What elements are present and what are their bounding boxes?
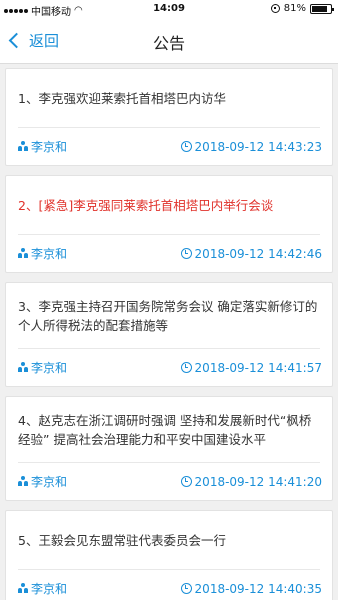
- announcement-title: 4、赵克志在浙江调研时强调 坚持和发展新时代“枫桥经验” 提高社会治理能力和平安…: [18, 412, 312, 447]
- status-bar: 中国移动 ◠ 14:09 81%: [0, 0, 338, 18]
- timestamp-text: 2018-09-12 14:41:20: [194, 474, 322, 489]
- nav-bar: 返回 公告: [0, 18, 338, 64]
- clock-icon: [180, 583, 192, 594]
- battery-icon: [310, 3, 334, 14]
- timestamp: 2018-09-12 14:41:20: [180, 474, 322, 489]
- announcement-meta: 李京和 2018-09-12 14:41:20: [6, 463, 332, 500]
- author-name: 李京和: [31, 361, 68, 375]
- timestamp-text: 2018-09-12 14:40:35: [194, 581, 322, 596]
- announcement-meta: 李京和 2018-09-12 14:41:57: [6, 349, 332, 386]
- timestamp: 2018-09-12 14:40:35: [180, 581, 322, 596]
- author-name: 李京和: [31, 140, 68, 154]
- clock-icon: [180, 362, 192, 373]
- user-group-icon: [18, 476, 28, 487]
- status-right: 81%: [270, 3, 334, 14]
- timestamp-text: 2018-09-12 14:42:46: [194, 246, 322, 261]
- user-group-icon: [18, 141, 28, 152]
- author: 李京和: [18, 138, 67, 155]
- announcement-title-urgent: 2、[紧急]李克强同莱索托首相塔巴内举行会谈: [18, 197, 274, 213]
- announcement-meta: 李京和 2018-09-12 14:42:46: [6, 235, 332, 272]
- announcement-card[interactable]: 4、赵克志在浙江调研时强调 坚持和发展新时代“枫桥经验” 提高社会治理能力和平安…: [5, 396, 333, 501]
- author-name: 李京和: [31, 475, 68, 489]
- announcement-title: 1、李克强欢迎莱索托首相塔巴内访华: [18, 90, 226, 106]
- author: 李京和: [18, 473, 67, 490]
- rotation-lock-icon: [270, 4, 280, 13]
- timestamp: 2018-09-12 14:42:46: [180, 246, 322, 261]
- timestamp-text: 2018-09-12 14:41:57: [194, 360, 322, 375]
- author-name: 李京和: [31, 247, 68, 261]
- clock-icon: [180, 141, 192, 152]
- timestamp: 2018-09-12 14:41:57: [180, 360, 322, 375]
- timestamp: 2018-09-12 14:43:23: [180, 139, 322, 154]
- author: 李京和: [18, 359, 67, 376]
- timestamp-text: 2018-09-12 14:43:23: [194, 139, 322, 154]
- battery-percent: 81%: [283, 3, 306, 14]
- announcement-card[interactable]: 1、李克强欢迎莱索托首相塔巴内访华 李京和 2018-09-12 14:43:2…: [5, 68, 333, 166]
- page-title: 公告: [152, 34, 185, 53]
- announcement-title: 5、王毅会见东盟常驻代表委员会一行: [18, 532, 226, 548]
- announcement-card[interactable]: 2、[紧急]李克强同莱索托首相塔巴内举行会谈 李京和 2018-09-12 14…: [5, 175, 333, 273]
- user-group-icon: [18, 362, 28, 373]
- announcement-card[interactable]: 5、王毅会见东盟常驻代表委员会一行 李京和 2018-09-12 14:40:3…: [5, 510, 333, 600]
- announcement-meta: 李京和 2018-09-12 14:40:35: [6, 570, 332, 600]
- clock-icon: [180, 476, 192, 487]
- announcement-list: 1、李克强欢迎莱索托首相塔巴内访华 李京和 2018-09-12 14:43:2…: [5, 68, 333, 600]
- announcement-title: 3、李克强主持召开国务院常务会议 确定落实新修订的个人所得税法的配套措施等: [18, 298, 318, 333]
- clock-icon: [180, 248, 192, 259]
- announcement-meta: 李京和 2018-09-12 14:43:23: [6, 128, 332, 165]
- user-group-icon: [18, 248, 28, 259]
- author-name: 李京和: [31, 582, 68, 596]
- author: 李京和: [18, 245, 67, 262]
- user-group-icon: [18, 583, 28, 594]
- author: 李京和: [18, 580, 67, 597]
- announcement-card[interactable]: 3、李克强主持召开国务院常务会议 确定落实新修订的个人所得税法的配套措施等 李京…: [5, 282, 333, 387]
